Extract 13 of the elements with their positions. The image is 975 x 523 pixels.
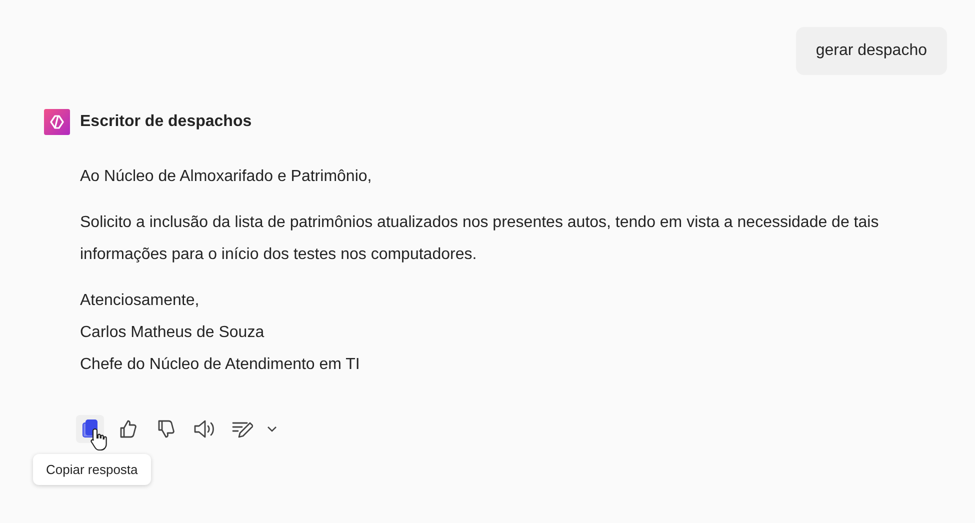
thumbs-down-icon: [156, 419, 176, 439]
thumbs-up-icon: [118, 419, 138, 439]
agent-logo-icon: [44, 109, 70, 135]
message-text: Ao Núcleo de Almoxarifado e Patrimônio,: [80, 167, 373, 187]
agent-name: Escritor de despachos: [80, 113, 252, 131]
message-text: Solicito a inclusão da lista de patrimônios atualizados nos presentes autos, tendo em vista a necessidade de tais informações para o início dos testes nos computadores.: [80, 213, 880, 265]
message-text: Atenciosamente,: [80, 291, 200, 311]
message-text: Chefe do Núcleo de Atendimento em TI: [80, 355, 361, 375]
speaker-icon: [193, 419, 215, 439]
user-message: gerar despacho: [796, 27, 947, 75]
tooltip: Copiar resposta: [33, 454, 151, 485]
hand-cursor-icon: [89, 427, 109, 451]
message-text: Carlos Matheus de Souza: [80, 323, 266, 343]
